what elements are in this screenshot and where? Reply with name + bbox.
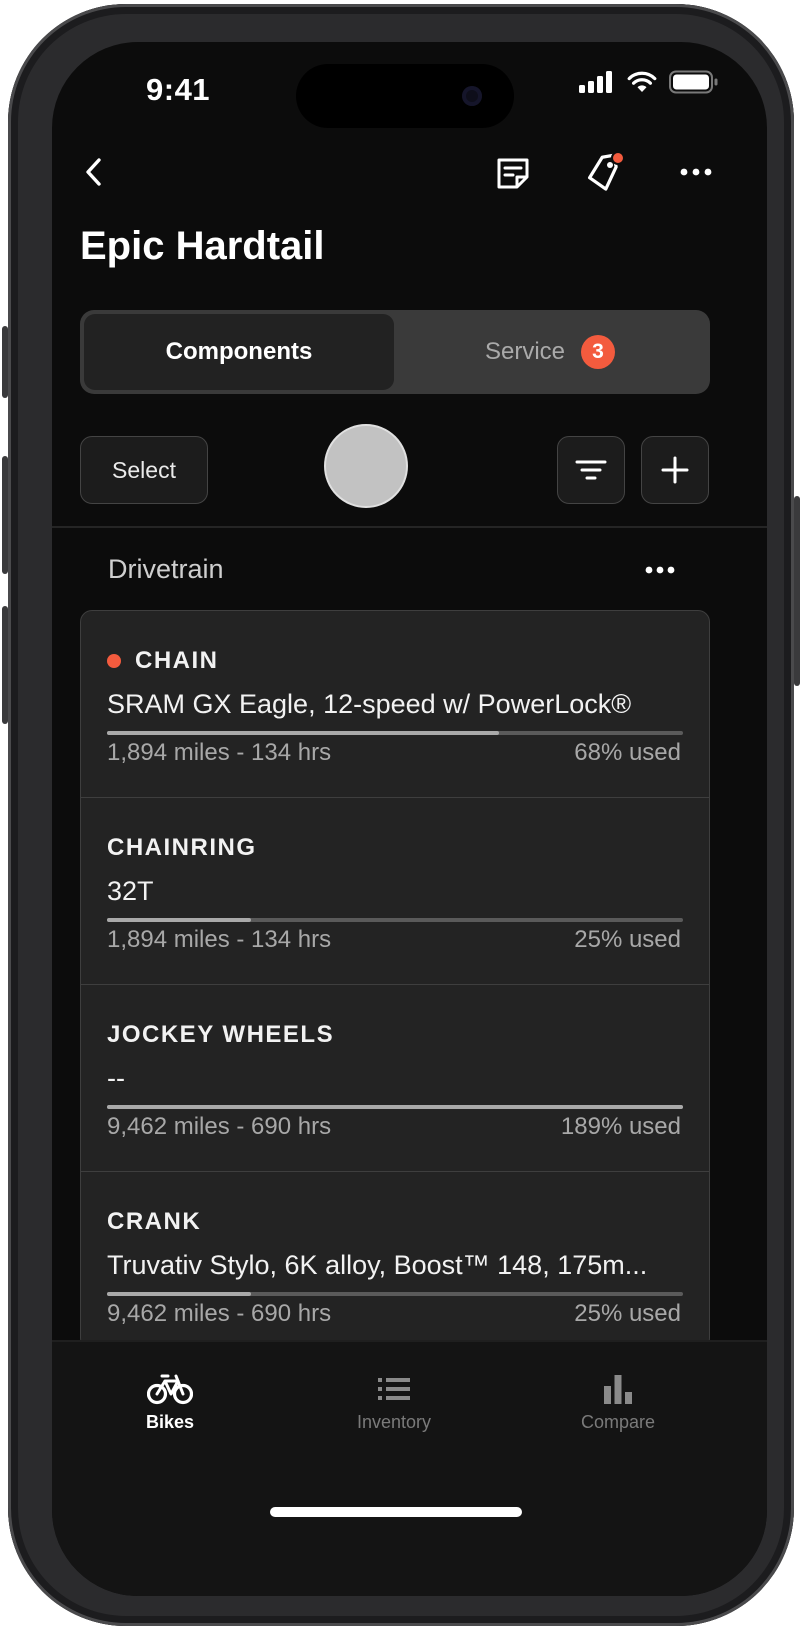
tab-components-label: Components [165,338,313,365]
usage-bar [107,731,683,735]
notes-button[interactable] [490,150,536,196]
usage-bar [107,1292,683,1296]
list-icon [378,1378,410,1400]
page-title: Epic Hardtail [80,224,325,268]
camera-icon [462,86,482,106]
usage-bar [107,918,683,922]
phone-frame: 9:41 Epic Hardtail Components Service 3 … [2,4,800,1626]
usage-bar-fill [107,1292,251,1296]
component-card-chain[interactable]: CHAIN SRAM GX Eagle, 12-speed w/ PowerLo… [81,611,709,798]
tab-service-label: Service [484,338,566,365]
component-card-crank[interactable]: CRANK Truvativ Stylo, 6K alloy, Boost™ 1… [81,1172,709,1349]
volume-up-button [2,456,8,574]
bar-chart-icon [604,1375,632,1404]
service-count-badge: 3 [581,335,616,369]
component-name: JOCKEY WHEELS [107,1021,335,1048]
select-button[interactable]: Select [80,436,208,504]
section-more-button[interactable] [642,556,678,584]
component-name: CHAIN [135,647,219,674]
component-name: CRANK [107,1208,202,1235]
more-button[interactable] [674,152,718,192]
component-usage: 9,462 miles - 690 hrs [107,1300,332,1327]
battery-icon [669,70,718,94]
tab-inventory[interactable]: Inventory [314,1372,474,1433]
component-header: CHAINRING [107,834,257,862]
tag-alert-icon [587,151,625,191]
screen: 9:41 Epic Hardtail Components Service 3 … [52,42,767,1596]
tab-components[interactable]: Components [84,314,394,390]
chevron-left-icon [86,158,101,186]
component-list: CHAIN SRAM GX Eagle, 12-speed w/ PowerLo… [80,610,710,1350]
tab-service[interactable]: Service 3 [394,314,706,390]
usage-bar-fill [107,1105,683,1109]
bike-icon [147,1374,193,1405]
plus-icon [661,456,689,484]
component-name: CHAINRING [107,834,257,861]
back-button[interactable] [74,152,114,192]
status-indicators [579,70,719,94]
filter-icon [575,460,607,480]
tag-button[interactable] [580,148,630,198]
divider [52,526,767,528]
alert-dot [107,654,121,668]
component-header: JOCKEY WHEELS [107,1021,334,1049]
status-time: 9:41 [146,72,211,107]
tab-inventory-label: Inventory [356,1412,432,1432]
more-horizontal-icon [680,168,712,176]
usage-bar-fill [107,731,499,735]
volume-down-button [2,606,8,724]
component-percent: 189% used [560,1113,681,1140]
wifi-icon [627,71,657,92]
tab-bikes[interactable]: Bikes [90,1372,250,1433]
component-card-jockey-wheels[interactable]: JOCKEY WHEELS -- 9,462 miles - 690 hrs 1… [81,985,709,1172]
add-component-button[interactable] [641,436,709,504]
tab-compare[interactable]: Compare [538,1372,698,1433]
usage-bar-fill [107,918,251,922]
component-percent: 68% used [574,739,681,766]
usage-bar [107,1105,683,1109]
tab-bikes-label: Bikes [145,1412,195,1432]
tab-compare-label: Compare [580,1412,656,1432]
cellular-signal-icon [579,71,612,93]
toggle-knob[interactable] [324,424,408,508]
component-percent: 25% used [574,926,681,953]
component-description: -- [107,1063,125,1093]
notes-icon [497,158,529,189]
filter-button[interactable] [557,436,625,504]
tab-bar: Bikes Inventory Compare [52,1340,767,1596]
component-header: CHAIN [107,647,219,675]
segmented-control: Components Service 3 [80,310,710,394]
dynamic-island [296,64,514,128]
component-usage: 1,894 miles - 134 hrs [107,739,332,766]
component-description: SRAM GX Eagle, 12-speed w/ PowerLock® [107,689,632,719]
section-title: Drivetrain [108,554,224,584]
component-usage: 9,462 miles - 690 hrs [107,1113,332,1140]
component-description: 32T [107,876,154,906]
power-button [794,496,800,686]
action-button [2,326,8,398]
component-header: CRANK [107,1208,201,1236]
component-usage: 1,894 miles - 134 hrs [107,926,332,953]
more-horizontal-icon [645,566,675,574]
component-card-chainring[interactable]: CHAINRING 32T 1,894 miles - 134 hrs 25% … [81,798,709,985]
home-indicator [270,1507,522,1517]
component-description: Truvativ Stylo, 6K alloy, Boost™ 148, 17… [107,1250,648,1280]
component-percent: 25% used [574,1300,681,1327]
